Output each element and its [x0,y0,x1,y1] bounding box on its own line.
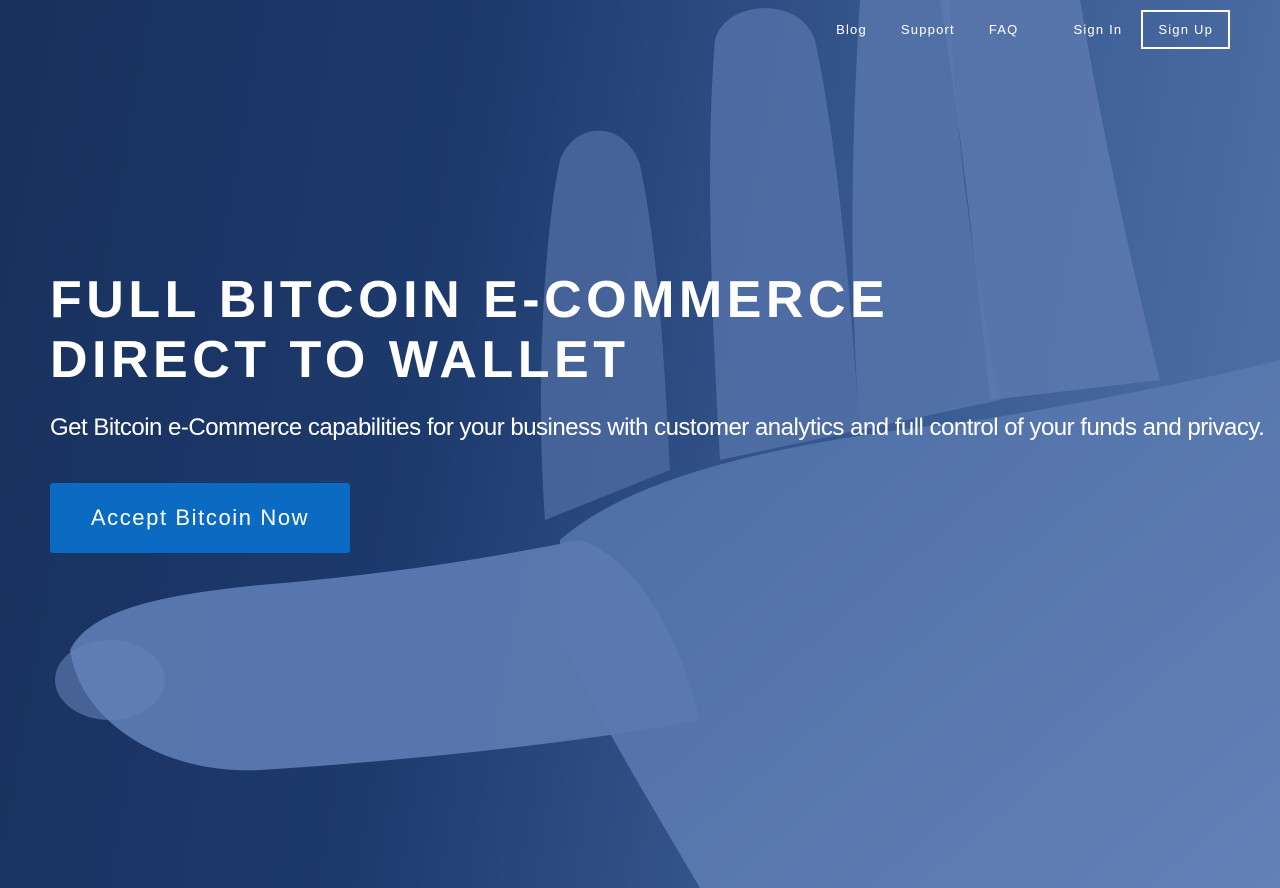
hero-background-hand-image [0,0,1280,888]
headline-line-2: DIRECT TO WALLET [50,331,630,389]
sign-in-link[interactable]: Sign In [1073,22,1122,37]
nav-link-blog[interactable]: Blog [836,22,867,37]
hero-section: Blog Support FAQ Sign In Sign Up FULL BI… [0,0,1280,888]
hero-subheadline: Get Bitcoin e-Commerce capabilities for … [50,414,1265,441]
nav-link-faq[interactable]: FAQ [989,22,1019,37]
sign-up-button[interactable]: Sign Up [1141,10,1230,49]
hero-headline: FULL BITCOIN E-COMMERCE DIRECT TO WALLET [50,270,889,390]
headline-line-1: FULL BITCOIN E-COMMERCE [50,271,890,329]
top-navigation: Blog Support FAQ Sign In Sign Up [836,10,1230,49]
nav-link-support[interactable]: Support [901,22,955,37]
accept-bitcoin-button[interactable]: Accept Bitcoin Now [50,483,350,553]
